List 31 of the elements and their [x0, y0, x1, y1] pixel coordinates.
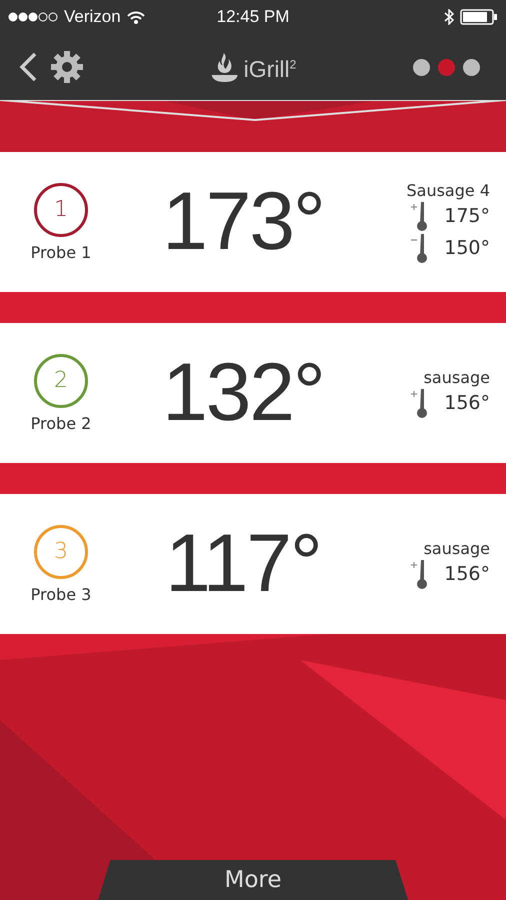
- probe-label: Probe 3: [30, 584, 92, 604]
- target-temperature: 156°: [444, 562, 490, 584]
- preset-name: Sausage 4: [406, 180, 490, 200]
- target-temperature: 150°: [444, 236, 490, 258]
- app-logo-text: iGrill$^{2}$: [244, 56, 296, 83]
- temperature-reading: 117°: [164, 517, 322, 611]
- temperature-reading: 173°: [161, 175, 325, 269]
- flame-icon: [210, 51, 240, 83]
- preset-name: sausage: [424, 538, 490, 558]
- bluetooth-icon: [444, 9, 454, 25]
- carrier: Verizon: [64, 7, 121, 27]
- probe-card[interactable]: 2 Probe 2 132° sausage 156°: [0, 323, 506, 463]
- probe-number: 2: [34, 354, 88, 408]
- target-temperature: 175°: [444, 204, 490, 226]
- probe-label: Probe 2: [30, 414, 92, 432]
- probe-card[interactable]: 1 Probe 1 173° Sausage 4 175° 150°: [0, 152, 506, 292]
- probe-label: Probe 1: [30, 242, 92, 262]
- target-temperature: 156°: [444, 392, 490, 414]
- preset-name: sausage: [424, 368, 490, 386]
- signal-icon: [8, 12, 58, 22]
- battery-icon: [460, 9, 498, 25]
- temperature-reading: 132°: [161, 346, 325, 440]
- page-dot[interactable]: [413, 58, 430, 76]
- more-button[interactable]: More: [98, 860, 408, 900]
- page-dot[interactable]: [438, 58, 455, 76]
- probe-number: 1: [34, 182, 88, 236]
- wifi-icon: [126, 10, 145, 24]
- probe-card[interactable]: 3 Probe 3 117° sausage 156°: [0, 494, 506, 634]
- clock: 12:45 PM: [216, 7, 290, 27]
- probe-number: 3: [34, 524, 88, 578]
- page-dot[interactable]: [463, 58, 480, 76]
